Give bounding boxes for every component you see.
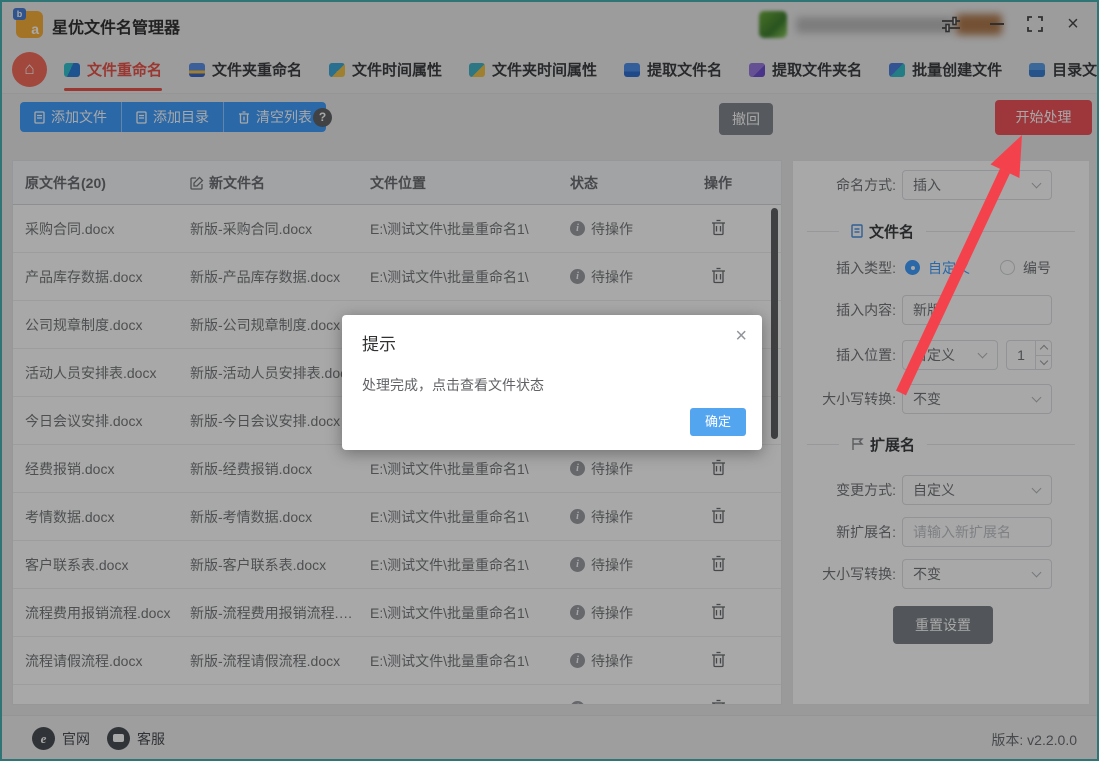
dialog-close-icon[interactable]: ×	[735, 325, 747, 348]
dialog-ok-button[interactable]: 确定	[690, 408, 746, 436]
dialog-title: 提示	[362, 335, 396, 354]
app-window: ba 星优文件名管理器 × ⌂ 文件重命名 文件夹重命名 文件时间属性 文件夹时间属性…	[0, 0, 1099, 761]
dialog-message: 处理完成，点击查看文件状态	[362, 377, 544, 393]
alert-dialog: 提示 × 处理完成，点击查看文件状态 确定	[342, 315, 762, 450]
